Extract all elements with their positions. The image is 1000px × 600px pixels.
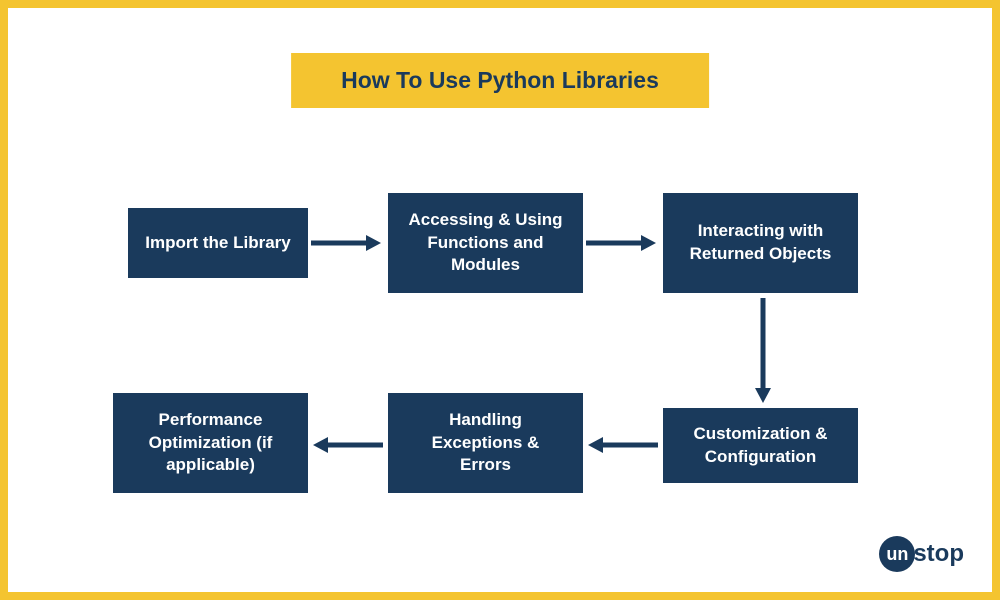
arrow-down-icon	[753, 298, 773, 398]
arrow-right-icon	[586, 233, 656, 253]
diagram-title: How To Use Python Libraries	[291, 53, 709, 108]
step-interacting-objects: Interacting with Returned Objects	[663, 193, 858, 293]
logo-circle: un	[879, 536, 915, 572]
step-accessing-functions: Accessing & Using Functions and Modules	[388, 193, 583, 293]
step-customization-config: Customization & Configuration	[663, 408, 858, 483]
arrow-left-icon	[588, 435, 658, 455]
step-handling-exceptions: Handling Exceptions & Errors	[388, 393, 583, 493]
step-performance-optimization: Performance Optimization (if applicable)	[113, 393, 308, 493]
logo-text: stop	[913, 540, 964, 568]
step-import-library: Import the Library	[128, 208, 308, 278]
arrow-right-icon	[311, 233, 381, 253]
arrow-left-icon	[313, 435, 383, 455]
unstop-logo: un stop	[879, 536, 964, 572]
